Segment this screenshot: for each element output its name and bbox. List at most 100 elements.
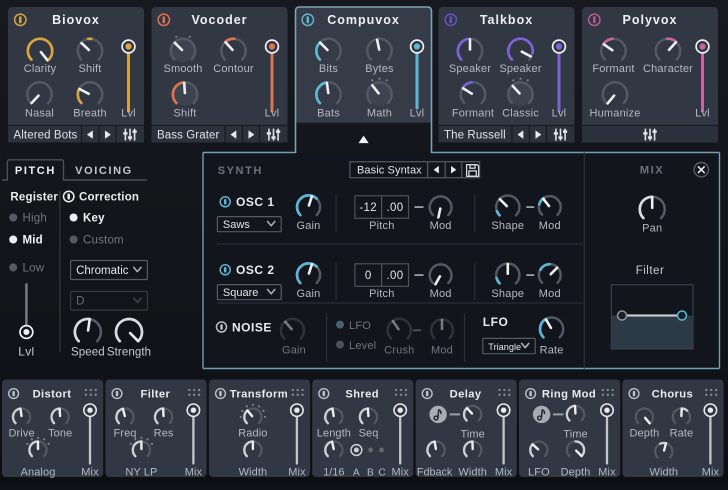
svg-text:Mod: Mod xyxy=(431,344,453,356)
svg-text:Time: Time xyxy=(563,429,587,441)
svg-text:Mid: Mid xyxy=(23,235,43,247)
svg-text:NOISE: NOISE xyxy=(232,320,272,334)
svg-text:Lvl: Lvl xyxy=(695,108,710,120)
svg-text:Res: Res xyxy=(154,428,174,440)
svg-text:Rate: Rate xyxy=(670,428,694,440)
svg-text:Smooth: Smooth xyxy=(163,63,202,75)
svg-text:C: C xyxy=(378,467,386,478)
svg-text:Clarity: Clarity xyxy=(24,63,57,75)
svg-text:Vocoder: Vocoder xyxy=(191,13,247,27)
svg-text:Nasal: Nasal xyxy=(25,108,54,120)
svg-text:Gain: Gain xyxy=(282,344,306,356)
svg-text:Depth: Depth xyxy=(629,428,659,440)
svg-text:Humanize: Humanize xyxy=(589,108,640,120)
svg-text:Width: Width xyxy=(239,466,268,478)
svg-text:Mix: Mix xyxy=(702,466,720,478)
svg-text:Chorus: Chorus xyxy=(652,389,694,401)
svg-text:Shape: Shape xyxy=(491,220,524,232)
svg-text:High: High xyxy=(23,213,47,225)
svg-text:Pitch: Pitch xyxy=(369,220,394,232)
svg-text:OSC 2: OSC 2 xyxy=(236,263,275,277)
svg-text:Seq: Seq xyxy=(359,428,379,440)
svg-text:Basic Syntax: Basic Syntax xyxy=(357,165,422,177)
svg-text:Classic: Classic xyxy=(502,108,539,120)
svg-text:Character: Character xyxy=(643,63,693,75)
svg-text:Low: Low xyxy=(23,263,45,275)
svg-text:Depth: Depth xyxy=(561,466,591,478)
svg-text:Width: Width xyxy=(458,466,487,478)
svg-text:Altered Bots: Altered Bots xyxy=(14,130,78,142)
svg-text:Width: Width xyxy=(649,466,678,478)
svg-text:0: 0 xyxy=(365,270,372,282)
svg-text:Gain: Gain xyxy=(296,220,320,232)
svg-text:Square: Square xyxy=(223,287,258,299)
svg-text:Key: Key xyxy=(83,213,105,225)
svg-text:Breath: Breath xyxy=(73,108,107,120)
svg-text:-12: -12 xyxy=(359,202,377,214)
svg-text:LFO: LFO xyxy=(349,320,371,332)
svg-text:Shift: Shift xyxy=(173,108,196,120)
svg-text:.00: .00 xyxy=(387,202,404,214)
svg-text:Ring Mod: Ring Mod xyxy=(542,389,596,401)
svg-text:Custom: Custom xyxy=(83,235,124,247)
svg-text:Contour: Contour xyxy=(213,63,254,75)
svg-text:Pan: Pan xyxy=(642,222,662,234)
svg-text:Level: Level xyxy=(349,340,376,352)
svg-text:Fdback: Fdback xyxy=(417,466,453,478)
svg-text:OSC 1: OSC 1 xyxy=(236,195,275,209)
svg-text:Rate: Rate xyxy=(540,344,564,356)
svg-text:Crush: Crush xyxy=(384,344,414,356)
svg-text:Shift: Shift xyxy=(78,63,101,75)
svg-text:Mod: Mod xyxy=(430,288,452,300)
svg-text:Mod: Mod xyxy=(539,220,561,232)
svg-text:Delay: Delay xyxy=(450,389,482,401)
svg-text:VOICING: VOICING xyxy=(75,165,133,177)
svg-text:Time: Time xyxy=(460,429,484,441)
svg-text:The Russell: The Russell xyxy=(444,130,506,142)
svg-text:Freq: Freq xyxy=(113,428,136,440)
svg-text:Shape: Shape xyxy=(491,288,524,300)
svg-text:Polyvox: Polyvox xyxy=(623,13,678,27)
svg-text:Mix: Mix xyxy=(185,466,203,478)
svg-text:A: A xyxy=(353,467,360,478)
svg-text:Bytes: Bytes xyxy=(365,63,394,75)
svg-text:Shred: Shred xyxy=(345,389,379,401)
svg-text:Lvl: Lvl xyxy=(121,108,136,120)
svg-text:Transform: Transform xyxy=(230,389,288,401)
svg-text:Distort: Distort xyxy=(33,389,72,401)
svg-text:LFO: LFO xyxy=(528,466,550,478)
svg-text:Compuvox: Compuvox xyxy=(327,13,400,27)
svg-text:Correction: Correction xyxy=(79,192,139,204)
svg-text:Math: Math xyxy=(367,108,392,120)
svg-text:Lvl: Lvl xyxy=(410,108,425,120)
svg-text:Gain: Gain xyxy=(296,288,320,300)
svg-text:Mix: Mix xyxy=(81,466,99,478)
svg-text:Filter: Filter xyxy=(141,389,171,401)
svg-text:Speaker: Speaker xyxy=(499,63,542,75)
svg-text:Formant: Formant xyxy=(592,63,634,75)
svg-text:Radio: Radio xyxy=(238,428,267,440)
svg-text:Formant: Formant xyxy=(452,108,494,120)
svg-text:Mod: Mod xyxy=(539,288,561,300)
svg-text:Pitch: Pitch xyxy=(369,288,394,300)
svg-text:Tone: Tone xyxy=(48,428,72,440)
svg-text:Lvl: Lvl xyxy=(18,345,34,359)
svg-text:Strength: Strength xyxy=(107,347,151,359)
svg-text:Analog: Analog xyxy=(21,466,56,478)
svg-text:LFO: LFO xyxy=(483,315,509,329)
svg-text:1/16: 1/16 xyxy=(323,466,344,478)
svg-text:Mix: Mix xyxy=(495,466,513,478)
svg-text:Lvl: Lvl xyxy=(265,108,280,120)
svg-text:MIX: MIX xyxy=(640,165,664,177)
svg-text:Talkbox: Talkbox xyxy=(480,13,533,27)
svg-text:Mod: Mod xyxy=(430,220,452,232)
svg-text:D: D xyxy=(76,296,84,308)
svg-text:B: B xyxy=(367,467,374,478)
svg-text:Biovox: Biovox xyxy=(52,13,100,27)
svg-text:PITCH: PITCH xyxy=(15,165,56,177)
svg-text:Chromatic: Chromatic xyxy=(76,265,129,277)
svg-text:.00: .00 xyxy=(387,270,404,282)
svg-text:Length: Length xyxy=(317,428,351,440)
svg-text:Speaker: Speaker xyxy=(449,63,492,75)
svg-text:Lvl: Lvl xyxy=(552,108,567,120)
